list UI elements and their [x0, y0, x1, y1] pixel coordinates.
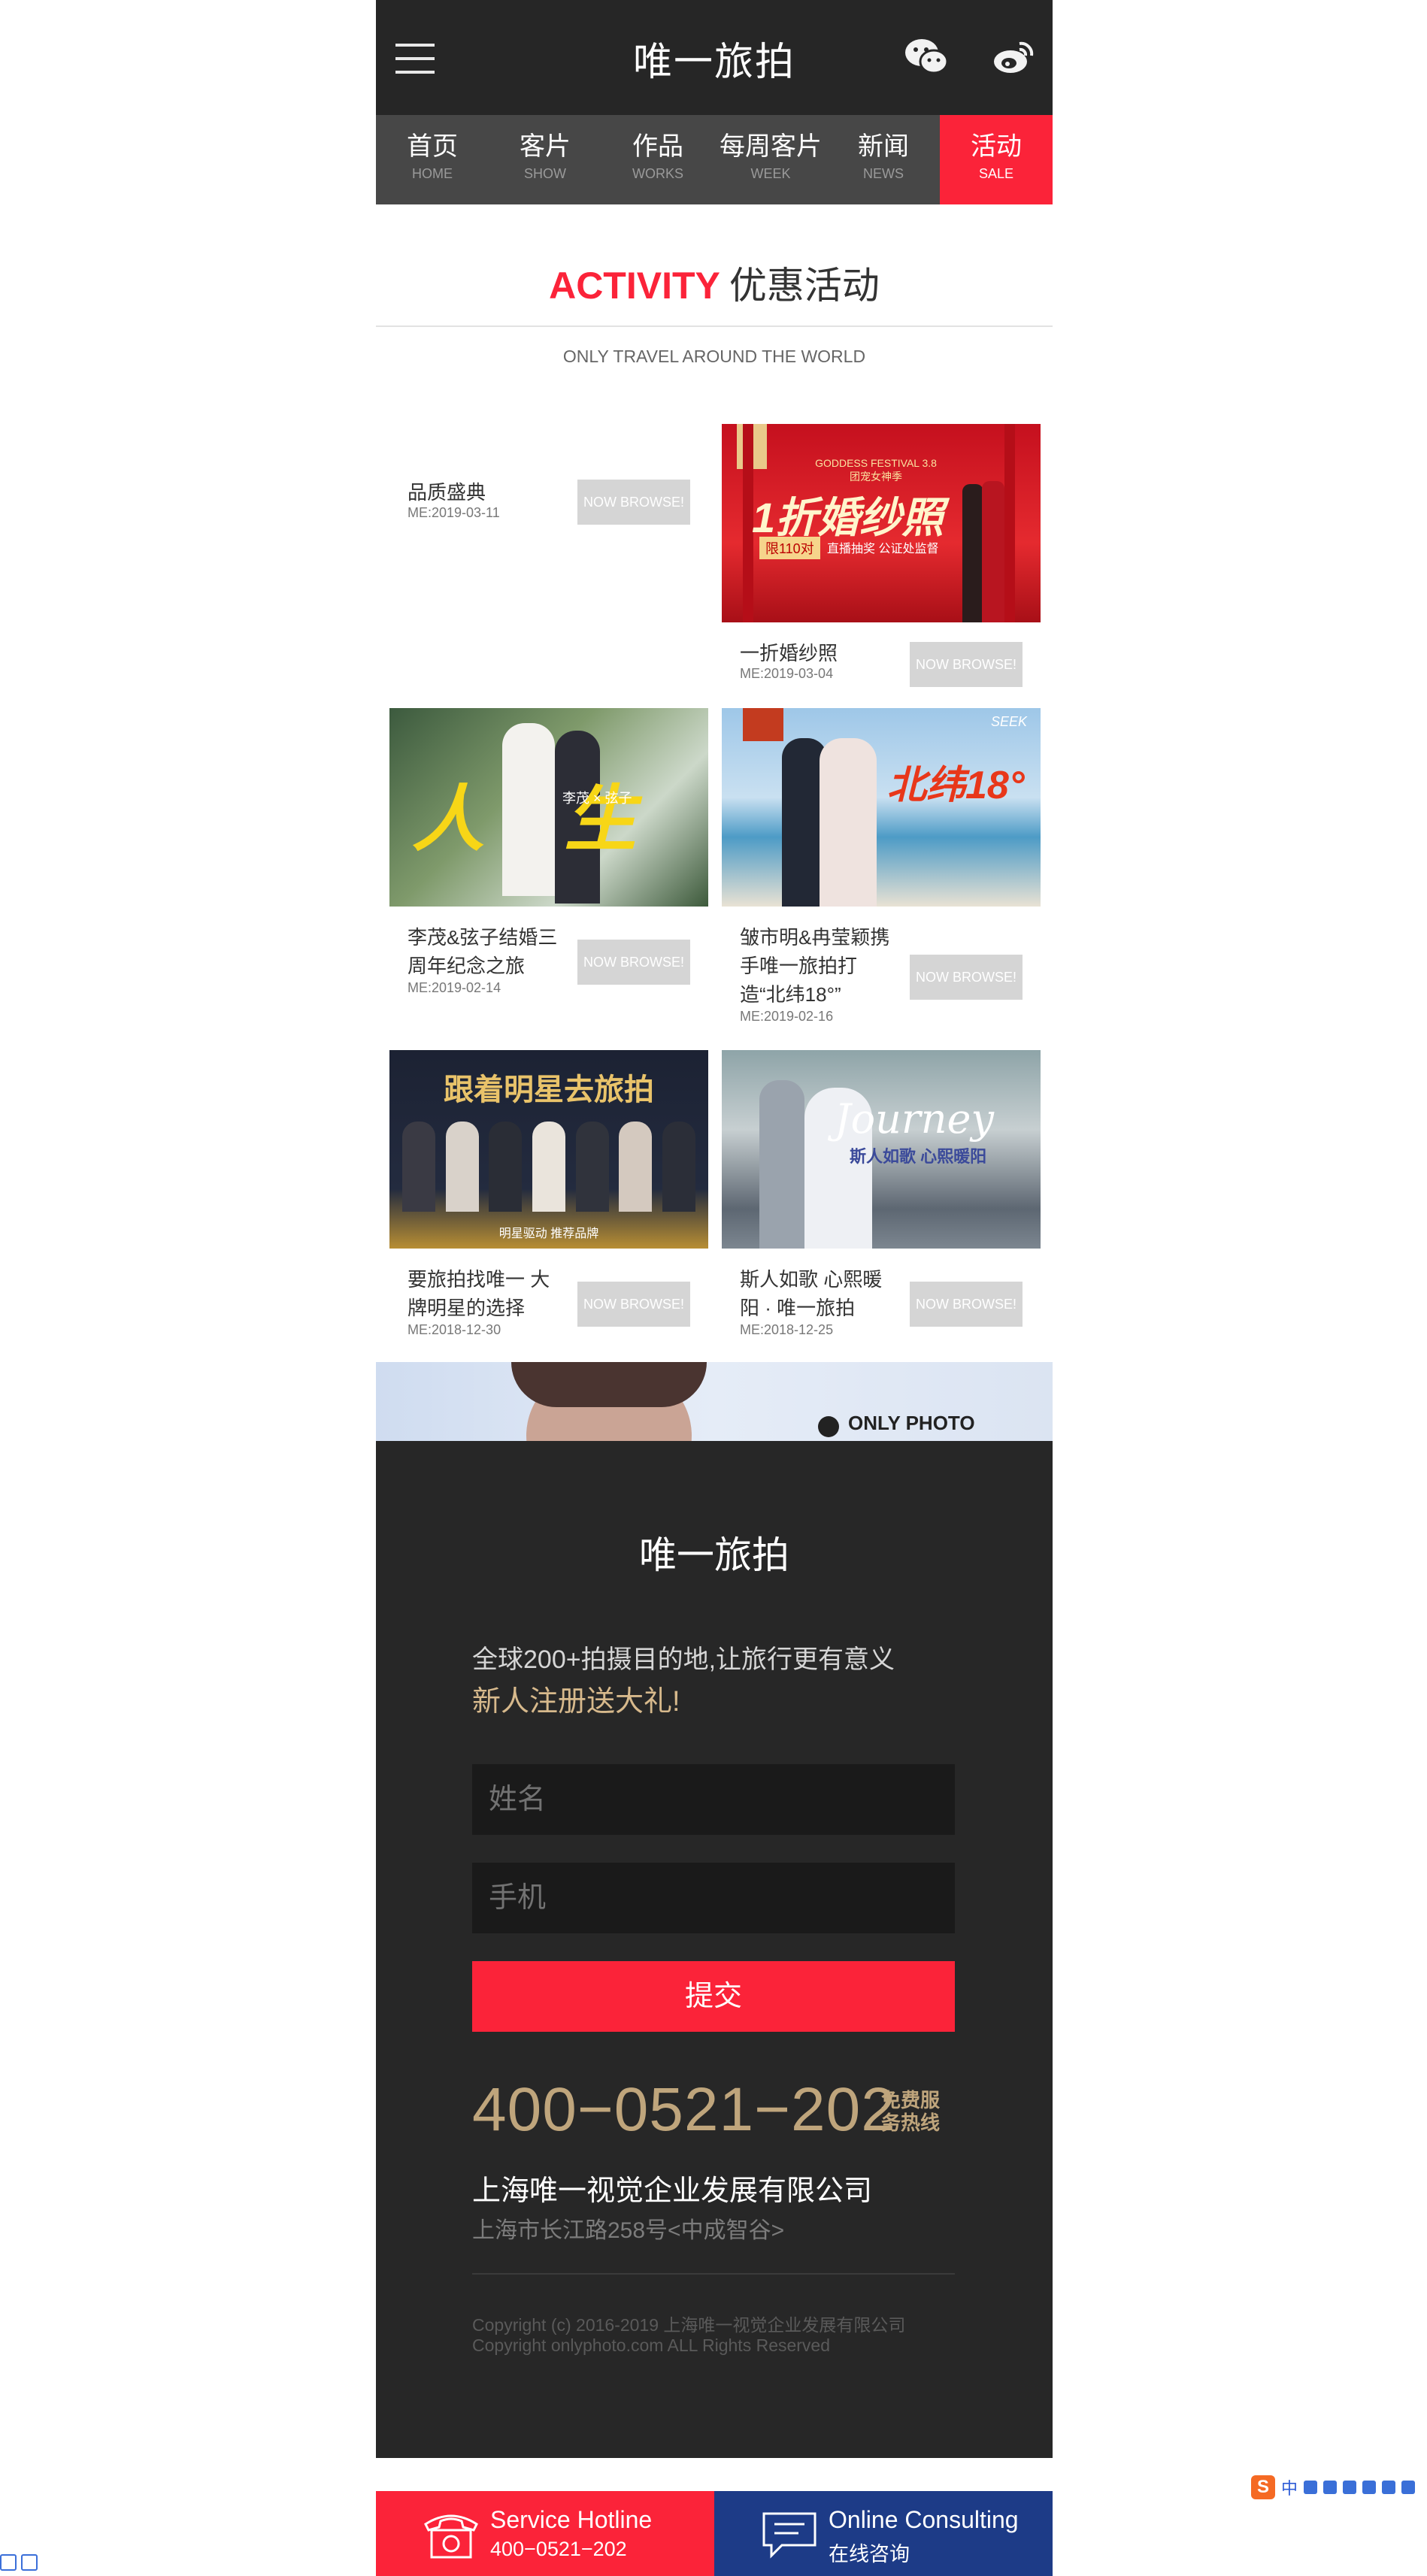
main-nav: 首页 HOME 客片 SHOW 作品 WORKS 每周客片 WEEK 新闻 NEWS 活动… [376, 115, 1053, 204]
activity-image[interactable]: Journey 斯人如歌 心熙暖阳 [722, 1050, 1041, 1249]
submit-button[interactable]: 提交 [472, 1961, 955, 2032]
now-browse-button[interactable]: NOW BROWSE! [577, 480, 690, 525]
activity-card[interactable]: 人 生 李茂 × 弦子 李茂&弦子结婚三周年纪念之旅 ME:2019-02-14… [389, 708, 708, 1009]
now-browse-button[interactable]: NOW BROWSE! [577, 940, 690, 985]
activity-image[interactable]: 人 生 李茂 × 弦子 [389, 708, 708, 907]
section-title: ACTIVITY 优惠活动 [549, 265, 880, 307]
activity-title: 品质盛典 [407, 481, 486, 504]
hotline-label: Service Hotline [490, 2506, 653, 2533]
footer-brand: 唯一旅拍 [639, 1534, 789, 1576]
activity-card[interactable]: 跟着明星去旅拍 明星驱动 推荐品牌 要旅拍找唯一 大牌明星的选择 ME:2018… [389, 1050, 708, 1351]
phone-input[interactable] [472, 1863, 955, 1933]
now-browse-button[interactable]: NOW BROWSE! [910, 1282, 1023, 1327]
activity-image[interactable]: SEEK 北纬18° [722, 708, 1041, 907]
company-name: 上海唯一视觉企业发展有限公司 [472, 2175, 873, 2207]
activity-date: ME:2019-03-11 [407, 505, 500, 520]
nav-works[interactable]: 作品 WORKS [601, 115, 714, 204]
top-header: 唯一旅拍 [376, 0, 1053, 115]
now-browse-button[interactable]: NOW BROWSE! [910, 642, 1023, 687]
footer-panel: 唯一旅拍 全球200+拍摄目的地,让旅行更有意义 新人注册送大礼! 提交 400… [376, 1441, 1053, 2458]
copyright-line: Copyright onlyphoto.com ALL Rights Reser… [472, 2335, 831, 2355]
paw-icon [21, 2554, 38, 2571]
nav-news[interactable]: 新闻 NEWS [827, 115, 940, 204]
ime-tools[interactable] [1304, 2481, 1421, 2494]
sogou-logo-icon[interactable]: S [1251, 2475, 1275, 2499]
page: 唯一旅拍 首页 HOME 客片 SHOW 作品 WORKS 每周客片 WEEK 新闻 NE… [376, 0, 1053, 2576]
consulting-label: Online Consulting [829, 2506, 1019, 2533]
section-subtitle: ONLY TRAVEL AROUND THE WORLD [562, 347, 866, 366]
name-input[interactable] [472, 1764, 955, 1835]
bottom-action-bar: Service Hotline 400−0521−202 Online Cons… [376, 2491, 1053, 2576]
consulting-label-zh: 在线咨询 [829, 2543, 910, 2565]
nav-home[interactable]: 首页 HOME [376, 115, 489, 204]
activity-title: 要旅拍找唯一 大牌明星的选择 [407, 1268, 550, 1319]
activity-title: 斯人如歌 心熙暖阳 · 唯一旅拍 [740, 1268, 883, 1319]
footer-gift: 新人注册送大礼! [472, 1686, 680, 1718]
activity-card[interactable]: GODDESS FESTIVAL 3.8团宠女神季 1折婚纱照 限110对 直播… [722, 424, 1041, 695]
weibo-icon[interactable] [991, 36, 1036, 78]
activity-date: ME:2019-02-14 [407, 980, 501, 995]
hotline-number: 400−0521−202 [490, 2538, 627, 2560]
site-title: 唯一旅拍 [632, 41, 795, 84]
activity-card[interactable]: 品质盛典 ME:2019-03-11 NOW BROWSE! [389, 421, 708, 541]
chat-icon [762, 2512, 817, 2559]
hotline-label: 免费服务热线 [881, 2089, 941, 2134]
banner-logo: ONLY PHOTO [848, 1412, 975, 1434]
ime-language[interactable]: 中 [1281, 2475, 1298, 2499]
footer-slogan: 全球200+拍摄目的地,让旅行更有意义 [472, 1645, 895, 1674]
footer-divider [472, 2273, 955, 2275]
company-address: 上海市长江路258号<中成智谷> [472, 2218, 785, 2243]
activity-title: 一折婚纱照 [740, 642, 838, 664]
nav-sale[interactable]: 活动 SALE [940, 115, 1053, 204]
promo-banner[interactable]: ONLY PHOTO [376, 1362, 1053, 1445]
telephone-icon [424, 2514, 478, 2559]
activity-image[interactable]: GODDESS FESTIVAL 3.8团宠女神季 1折婚纱照 限110对 直播… [722, 424, 1041, 622]
now-browse-button[interactable]: NOW BROWSE! [577, 1282, 690, 1327]
nav-week[interactable]: 每周客片 WEEK [714, 115, 827, 204]
ime-toolbar[interactable]: S 中 [1251, 2475, 1427, 2499]
activity-date: ME:2018-12-30 [407, 1322, 501, 1337]
activity-card[interactable]: Journey 斯人如歌 心熙暖阳 斯人如歌 心熙暖阳 · 唯一旅拍 ME:20… [722, 1050, 1041, 1351]
status-icons [0, 2554, 42, 2571]
service-hotline-button[interactable]: Service Hotline 400−0521−202 [376, 2491, 714, 2576]
online-consulting-button[interactable]: Online Consulting 在线咨询 [714, 2491, 1053, 2576]
wechat-icon[interactable] [904, 36, 949, 78]
now-browse-button[interactable]: NOW BROWSE! [910, 955, 1023, 1000]
chart-icon [0, 2554, 17, 2571]
activity-title: 李茂&弦子结婚三周年纪念之旅 [407, 926, 558, 977]
copyright-line: Copyright (c) 2016-2019 上海唯一视觉企业发展有限公司 [472, 2315, 906, 2335]
section-divider [376, 325, 1053, 327]
activity-title: 皱市明&冉莹颖携手唯一旅拍打造“北纬18°” [740, 926, 890, 1006]
activity-date: ME:2019-03-04 [740, 666, 834, 681]
activity-date: ME:2019-02-16 [740, 1009, 834, 1024]
activity-image[interactable]: 跟着明星去旅拍 明星驱动 推荐品牌 [389, 1050, 708, 1249]
hotline-number: 400−0521−202 [472, 2075, 896, 2144]
activity-date: ME:2018-12-25 [740, 1322, 834, 1337]
activity-card[interactable]: SEEK 北纬18° 皱市明&冉莹颖携手唯一旅拍打造“北纬18°” ME:201… [722, 708, 1041, 1039]
nav-show[interactable]: 客片 SHOW [489, 115, 601, 204]
